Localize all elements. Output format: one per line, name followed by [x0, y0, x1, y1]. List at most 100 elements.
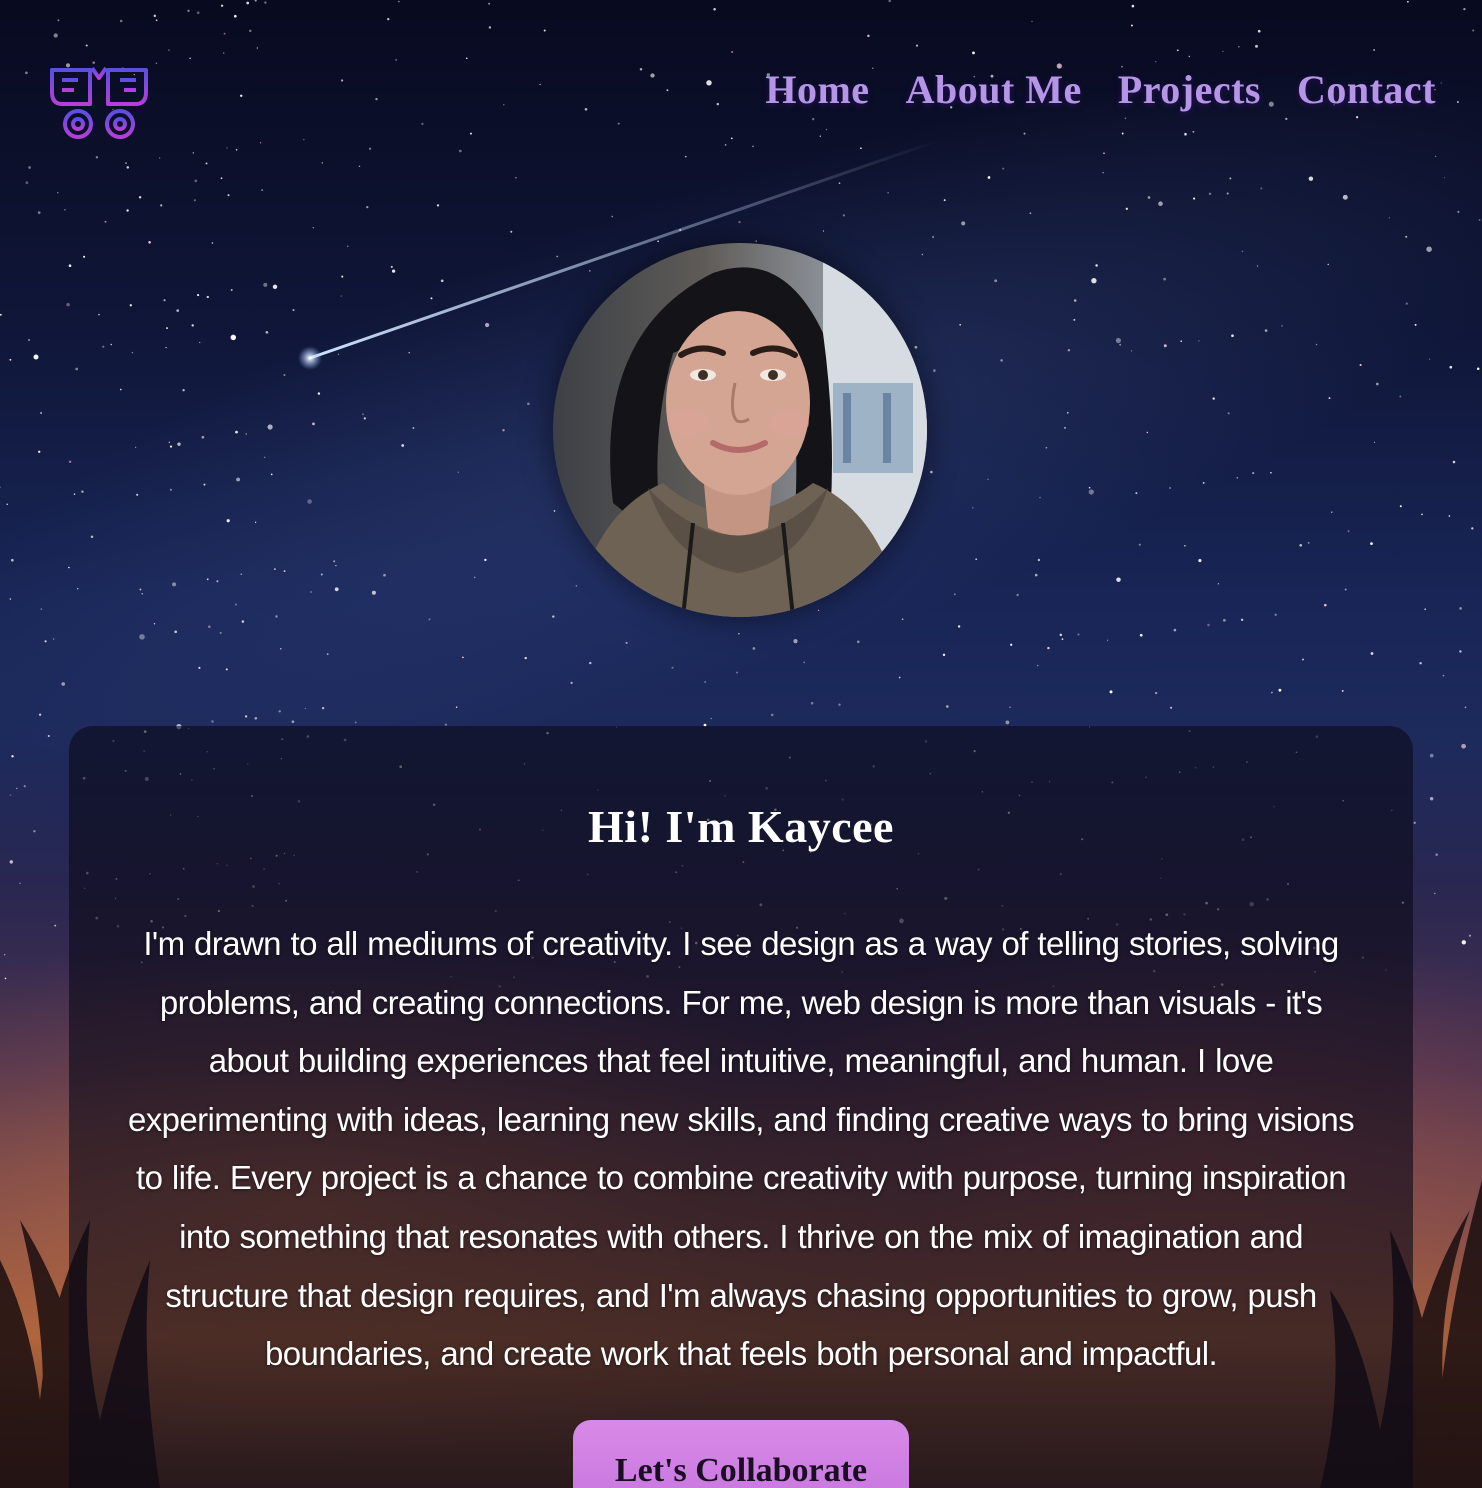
star: [326, 653, 329, 655]
star: [125, 162, 127, 164]
star: [1370, 652, 1374, 655]
nav-home[interactable]: Home: [765, 66, 869, 113]
star: [428, 618, 431, 621]
butterfly-logo-icon[interactable]: [48, 64, 150, 144]
star: [256, 47, 258, 49]
star: [270, 473, 273, 476]
star: [1173, 628, 1177, 632]
star: [37, 211, 41, 214]
star: [552, 615, 555, 618]
star: [4, 977, 7, 980]
star: [1176, 49, 1179, 52]
star: [191, 324, 194, 327]
star: [738, 633, 740, 635]
star: [611, 215, 614, 218]
star: [1207, 623, 1210, 627]
star: [1281, 325, 1283, 327]
star: [556, 255, 559, 258]
star: [57, 192, 59, 194]
star: [575, 584, 578, 587]
lets-collaborate-button[interactable]: Let's Collaborate: [573, 1420, 909, 1488]
star: [182, 389, 185, 392]
profile-photo: [553, 243, 927, 617]
star: [421, 122, 424, 126]
star: [1461, 940, 1466, 945]
star: [310, 591, 312, 593]
star: [994, 279, 998, 283]
star: [272, 284, 278, 290]
star: [383, 573, 386, 577]
star: [1274, 613, 1277, 616]
star: [1034, 573, 1038, 577]
star: [946, 705, 949, 708]
star: [1147, 196, 1151, 199]
about-title: Hi! I'm Kaycee: [588, 801, 894, 852]
star: [211, 720, 214, 723]
star: [1059, 633, 1063, 637]
star: [1476, 367, 1480, 370]
star: [527, 402, 530, 406]
star: [264, 1, 267, 4]
star: [274, 568, 276, 570]
star: [216, 580, 219, 583]
star: [1344, 588, 1347, 591]
star: [205, 162, 208, 165]
star: [1067, 349, 1071, 352]
star: [1388, 217, 1391, 219]
star: [225, 668, 228, 671]
star: [942, 653, 946, 657]
star: [57, 19, 60, 22]
star: [731, 51, 734, 53]
star: [1256, 265, 1259, 267]
star: [176, 309, 180, 312]
star: [1193, 197, 1196, 200]
star: [898, 676, 901, 679]
star: [307, 499, 312, 504]
star: [25, 181, 29, 185]
star: [458, 149, 462, 153]
nav-about-me[interactable]: About Me: [906, 66, 1082, 113]
star: [1237, 45, 1240, 48]
star: [457, 471, 459, 473]
star: [679, 229, 682, 231]
star: [346, 245, 349, 248]
star: [1077, 633, 1080, 636]
star: [1270, 471, 1272, 474]
star: [1478, 219, 1481, 221]
star: [153, 623, 156, 625]
star: [1449, 365, 1453, 369]
star: [524, 656, 527, 660]
star: [921, 253, 924, 256]
star: [484, 322, 490, 328]
star: [961, 221, 966, 226]
star: [317, 392, 321, 395]
star: [189, 57, 191, 59]
star: [901, 618, 904, 621]
star: [440, 279, 444, 283]
nav-contact[interactable]: Contact: [1297, 66, 1436, 113]
star: [206, 578, 209, 581]
star: [9, 358, 12, 361]
star: [226, 147, 228, 149]
star: [1421, 513, 1423, 516]
star: [803, 661, 806, 664]
star: [1222, 50, 1224, 53]
star: [1103, 152, 1105, 155]
star: [408, 351, 410, 354]
star: [1414, 323, 1417, 326]
star: [666, 89, 669, 92]
star: [1088, 486, 1091, 489]
main-nav: Home About Me Projects Contact: [765, 66, 1436, 113]
star: [1222, 618, 1226, 622]
star: [1091, 278, 1097, 284]
star: [1278, 688, 1282, 692]
nav-projects[interactable]: Projects: [1118, 66, 1261, 113]
star: [75, 367, 79, 371]
star: [169, 445, 173, 448]
star: [1331, 511, 1333, 513]
star: [713, 8, 716, 11]
star: [40, 412, 43, 414]
star: [1459, 650, 1462, 653]
star: [931, 235, 935, 239]
star: [283, 570, 286, 573]
